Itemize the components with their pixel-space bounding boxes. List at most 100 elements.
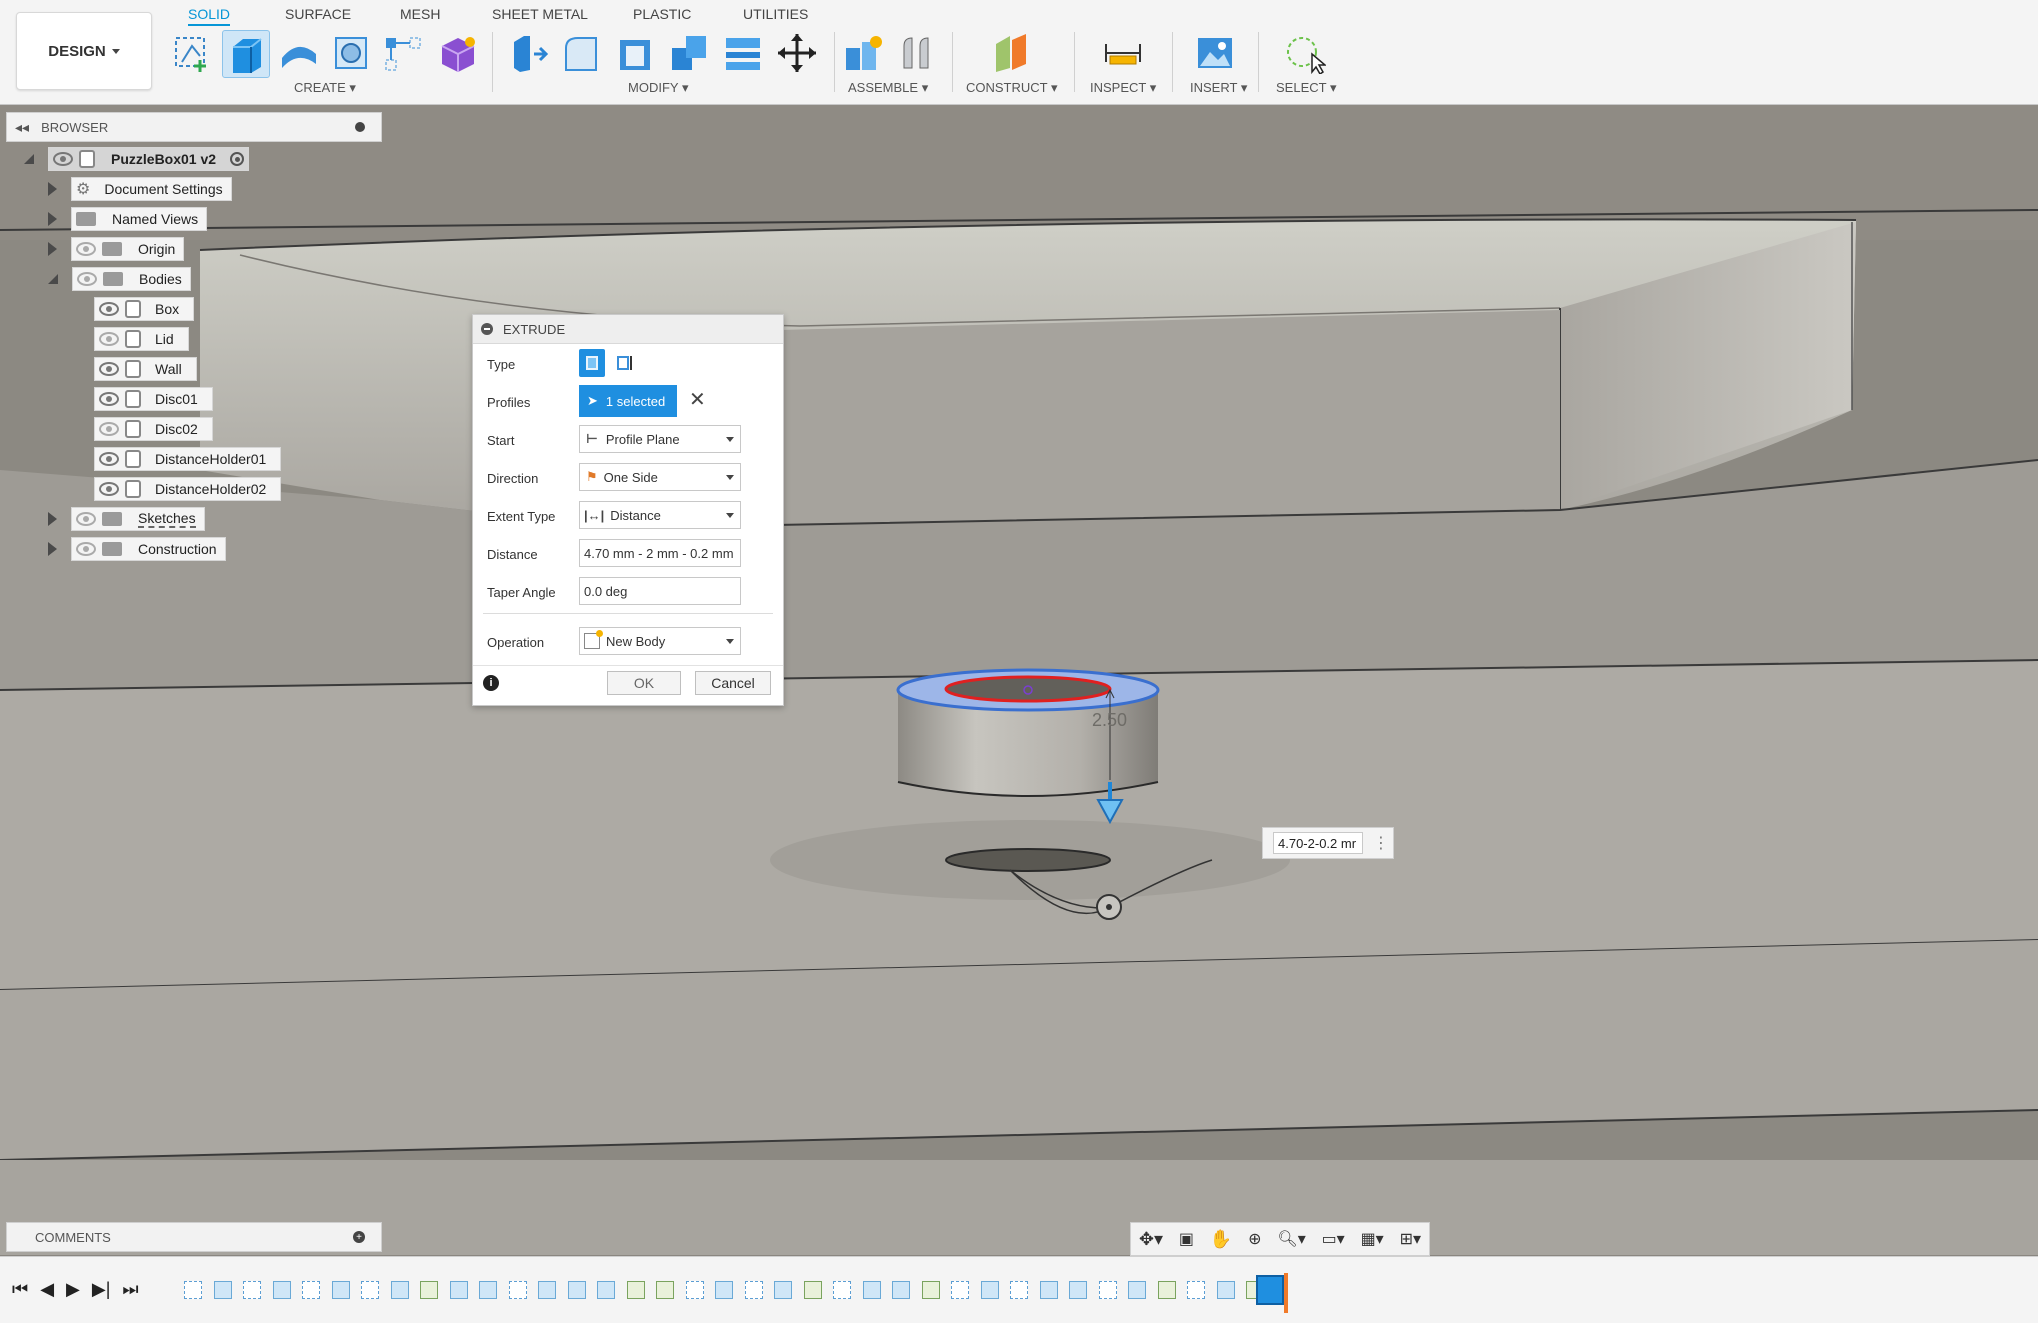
expand-arrow-icon[interactable] <box>48 542 57 556</box>
timeline-feature[interactable] <box>862 1281 881 1299</box>
timeline-feature[interactable] <box>1098 1281 1117 1299</box>
activate-radio-icon[interactable] <box>230 152 245 166</box>
add-comment-icon[interactable]: + <box>353 1231 365 1243</box>
visibility-eye-icon[interactable] <box>77 272 97 286</box>
pattern-icon[interactable] <box>380 30 426 76</box>
timeline-feature[interactable] <box>1216 1281 1235 1299</box>
timeline-feature[interactable] <box>538 1281 556 1299</box>
clear-selection-icon[interactable]: ✕ <box>689 387 706 412</box>
select-menu[interactable]: SELECT ▾ <box>1276 80 1336 96</box>
tab-sheet-metal[interactable]: SHEET METAL <box>492 4 588 24</box>
expand-arrow-icon[interactable] <box>48 242 57 256</box>
start-dropdown[interactable]: ⊢ Profile Plane <box>579 425 741 453</box>
fit-zoom-icon[interactable]: 🔍︎▾ <box>1277 1229 1305 1249</box>
timeline-feature[interactable] <box>479 1281 497 1299</box>
timeline-feature[interactable] <box>744 1281 763 1299</box>
timeline-feature[interactable] <box>302 1281 320 1299</box>
tree-item-body[interactable]: Disc01 <box>94 386 213 412</box>
tab-surface[interactable]: SURFACE <box>285 4 351 24</box>
look-at-icon[interactable]: ▣ <box>1179 1229 1194 1249</box>
press-pull-icon[interactable] <box>504 30 550 76</box>
timeline-feature[interactable] <box>567 1281 586 1299</box>
visibility-eye-icon[interactable] <box>53 152 73 166</box>
timeline-feature[interactable] <box>184 1281 202 1299</box>
profiles-selection-button[interactable]: ➤ 1 selected <box>579 385 677 417</box>
3d-viewport[interactable]: 2.50 <box>0 105 2038 1255</box>
timeline-feature[interactable] <box>1010 1281 1028 1299</box>
hole-icon[interactable] <box>328 30 374 76</box>
create-form-icon[interactable] <box>434 30 480 76</box>
assemble-menu[interactable]: ASSEMBLE ▾ <box>848 80 928 96</box>
tree-item-body[interactable]: Disc02 <box>94 416 213 442</box>
tab-solid[interactable]: SOLID <box>188 4 231 26</box>
tree-item-document-settings[interactable]: ⚙ Document Settings <box>48 176 232 202</box>
timeline-track[interactable] <box>184 1257 1304 1323</box>
select-icon[interactable] <box>1282 30 1328 76</box>
expand-arrow-icon[interactable] <box>48 212 57 226</box>
more-options-icon[interactable]: ⋮ <box>1373 833 1389 853</box>
timeline-feature[interactable] <box>626 1281 645 1299</box>
hidden-eye-icon[interactable] <box>99 332 119 346</box>
expand-arrow-icon[interactable] <box>48 182 57 196</box>
operation-dropdown[interactable]: New Body <box>579 627 741 655</box>
timeline-feature[interactable] <box>1187 1281 1205 1299</box>
tree-item-named-views[interactable]: Named Views <box>48 206 208 232</box>
joint-icon[interactable] <box>894 30 940 76</box>
visibility-eye-icon[interactable] <box>99 392 119 406</box>
shell-icon[interactable] <box>612 30 658 76</box>
timeline-feature[interactable] <box>420 1281 438 1299</box>
fillet-icon[interactable] <box>558 30 604 76</box>
timeline-feature[interactable] <box>361 1281 379 1299</box>
hidden-eye-icon[interactable] <box>99 422 119 436</box>
tree-item-body[interactable]: Lid <box>94 326 189 352</box>
timeline-feature[interactable] <box>1157 1281 1176 1299</box>
visibility-eye-icon[interactable] <box>99 452 119 466</box>
tree-item-sketches[interactable]: Sketches <box>48 506 205 532</box>
insert-menu[interactable]: INSERT ▾ <box>1190 80 1247 96</box>
revolve-icon[interactable] <box>276 30 322 76</box>
extent-type-dropdown[interactable]: |↔| Distance <box>579 501 741 529</box>
visibility-eye-icon[interactable] <box>76 512 96 526</box>
extrude-icon[interactable] <box>222 30 270 78</box>
play-icon[interactable]: ▶ <box>66 1279 80 1300</box>
measure-icon[interactable] <box>1100 30 1146 76</box>
ok-button[interactable]: OK <box>607 671 681 695</box>
timeline-feature[interactable] <box>213 1281 232 1299</box>
visibility-eye-icon[interactable] <box>99 482 119 496</box>
timeline-feature[interactable] <box>390 1281 409 1299</box>
timeline-feature[interactable] <box>980 1281 999 1299</box>
visibility-eye-icon[interactable] <box>99 302 119 316</box>
collapse-panel-icon[interactable]: ◂◂ <box>15 119 29 136</box>
tab-mesh[interactable]: MESH <box>400 4 440 24</box>
tree-item-body[interactable]: DistanceHolder01 <box>94 446 282 472</box>
collapse-arrow-icon[interactable] <box>24 154 34 164</box>
tree-item-body[interactable]: DistanceHolder02 <box>94 476 282 502</box>
modify-menu[interactable]: MODIFY ▾ <box>628 80 688 96</box>
collapse-arrow-icon[interactable] <box>48 274 58 284</box>
zoom-icon[interactable]: ⊕ <box>1248 1229 1261 1249</box>
timeline-feature[interactable] <box>272 1281 291 1299</box>
type-thin-button[interactable] <box>613 349 639 377</box>
viewports-icon[interactable]: ⊞▾ <box>1400 1229 1421 1249</box>
extrude-dialog-header[interactable]: EXTRUDE <box>473 315 783 344</box>
visibility-eye-icon[interactable] <box>76 242 96 256</box>
offset-plane-icon[interactable] <box>988 30 1034 76</box>
direction-dropdown[interactable]: ⚑ One Side <box>579 463 741 491</box>
distance-input-box[interactable]: 4.70-2-0.2 mr <box>1273 832 1363 854</box>
timeline-feature[interactable] <box>833 1281 851 1299</box>
taper-angle-input[interactable]: 0.0 deg <box>579 577 741 605</box>
new-component-icon[interactable] <box>840 30 886 76</box>
info-icon[interactable]: i <box>483 675 499 691</box>
timeline-feature[interactable] <box>1039 1281 1058 1299</box>
go-to-end-icon[interactable]: ⏭ <box>122 1279 138 1300</box>
timeline-feature[interactable] <box>774 1281 792 1299</box>
timeline-feature[interactable] <box>803 1281 822 1299</box>
visibility-eye-icon[interactable] <box>99 362 119 376</box>
construct-menu[interactable]: CONSTRUCT ▾ <box>966 80 1058 96</box>
design-workspace-button[interactable]: DESIGN <box>16 12 152 90</box>
grid-icon[interactable]: ▦▾ <box>1361 1229 1384 1249</box>
step-forward-icon[interactable]: ▶| <box>92 1279 111 1300</box>
timeline-feature[interactable] <box>892 1281 910 1299</box>
go-to-start-icon[interactable]: ⏮ <box>12 1279 28 1300</box>
visibility-eye-icon[interactable] <box>76 542 96 556</box>
